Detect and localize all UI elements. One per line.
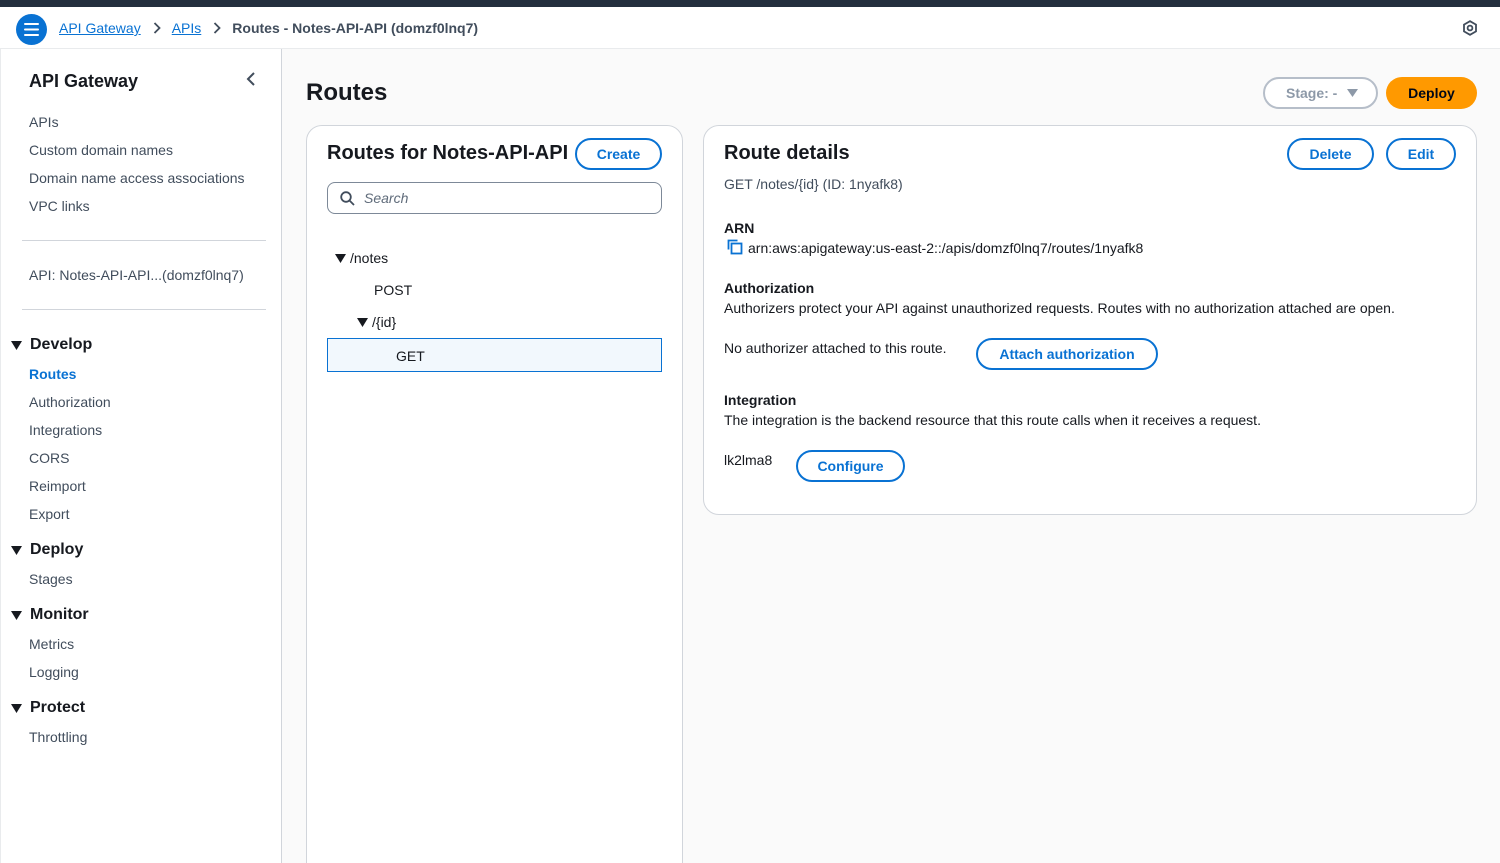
route-tree-node-notes[interactable]: /notes: [335, 250, 388, 266]
sidebar-item-metrics[interactable]: Metrics: [29, 636, 74, 652]
breadcrumb-current: Routes - Notes-API-API (domzf0lnq7): [232, 20, 479, 36]
breadcrumb-apis[interactable]: APIs: [172, 20, 202, 36]
routes-panel-title: Routes for Notes-API-API: [327, 142, 569, 164]
sidebar-item-logging[interactable]: Logging: [29, 664, 79, 680]
sidebar-item-stages[interactable]: Stages: [29, 571, 73, 587]
arn-value: arn:aws:apigateway:us-east-2::/apis/domz…: [748, 240, 1144, 256]
create-route-button[interactable]: Create: [575, 138, 662, 170]
integration-description: The integration is the backend resource …: [724, 412, 1261, 428]
side-navigation: API Gateway APIs Custom domain names Dom…: [0, 49, 282, 863]
integration-id: lk2lma8: [724, 452, 773, 468]
route-method-label: POST: [374, 282, 413, 298]
sidebar-divider: [22, 309, 266, 310]
stage-select[interactable]: Stage: -: [1263, 77, 1378, 109]
integration-label: Integration: [724, 392, 797, 408]
sidebar-divider: [22, 240, 266, 241]
chevron-right-icon: [153, 22, 161, 34]
authorization-label: Authorization: [724, 280, 815, 296]
search-icon: [340, 191, 355, 206]
sidebar-section-protect[interactable]: Protect: [11, 699, 85, 717]
configure-integration-button[interactable]: Configure: [796, 450, 905, 482]
sidebar-section-label: Protect: [30, 699, 86, 716]
route-tree-node-id[interactable]: /{id}: [357, 314, 396, 330]
route-method-get-selected[interactable]: GET: [327, 338, 662, 372]
sidebar-item-api-selector[interactable]: API: Notes-API-API...(domzf0lnq7): [29, 267, 244, 283]
breadcrumb: API Gateway APIs Routes - Notes-API-API …: [59, 20, 478, 36]
delete-button[interactable]: Delete: [1287, 138, 1374, 170]
caret-down-icon: [1347, 89, 1359, 97]
hamburger-menu-button[interactable]: [16, 14, 47, 45]
sidebar-title[interactable]: API Gateway: [29, 71, 138, 92]
breadcrumb-api-gateway[interactable]: API Gateway: [59, 20, 141, 36]
sidebar-section-develop[interactable]: Develop: [11, 336, 92, 354]
hamburger-menu-icon: [24, 23, 39, 36]
sidebar-item-apis[interactable]: APIs: [29, 114, 59, 130]
sidebar-section-monitor[interactable]: Monitor: [11, 606, 89, 624]
authorization-description: Authorizers protect your API against una…: [724, 300, 1395, 316]
edit-button[interactable]: Edit: [1386, 138, 1456, 170]
sidebar-section-label: Monitor: [30, 606, 89, 623]
sidebar-item-authorization[interactable]: Authorization: [29, 394, 111, 410]
attach-authorization-button[interactable]: Attach authorization: [976, 338, 1158, 370]
sidebar-item-export[interactable]: Export: [29, 506, 69, 522]
caret-down-icon: [11, 340, 22, 350]
settings-hexagon-icon[interactable]: [1462, 20, 1478, 41]
route-summary: GET /notes/{id} (ID: 1nyafk8): [724, 176, 903, 192]
sidebar-item-custom-domain-names[interactable]: Custom domain names: [29, 142, 173, 158]
sidebar-item-domain-name-access-associations[interactable]: Domain name access associations: [29, 170, 245, 186]
route-details-title: Route details: [724, 142, 850, 164]
route-details-panel: Route details Delete Edit GET /notes/{id…: [703, 125, 1477, 515]
route-method-label: GET: [396, 348, 425, 364]
sidebar-item-vpc-links[interactable]: VPC links: [29, 198, 90, 214]
sidebar-item-throttling[interactable]: Throttling: [29, 729, 87, 745]
chevron-left-icon: [246, 72, 255, 86]
caret-down-icon: [11, 610, 22, 620]
caret-down-icon: [357, 317, 368, 327]
caret-down-icon: [335, 253, 346, 263]
sidebar-item-integrations[interactable]: Integrations: [29, 422, 102, 438]
authorization-status: No authorizer attached to this route.: [724, 340, 947, 356]
stage-select-label: Stage: -: [1286, 85, 1338, 101]
sidebar-item-reimport[interactable]: Reimport: [29, 478, 86, 494]
caret-down-icon: [11, 545, 22, 555]
top-navigation-bar: API Gateway APIs Routes - Notes-API-API …: [0, 7, 1500, 49]
copy-icon[interactable]: [727, 239, 743, 260]
routes-panel: Routes for Notes-API-API Create /notes P…: [306, 125, 683, 863]
search-field: [327, 182, 662, 214]
page-title: Routes: [306, 79, 388, 106]
sidebar-section-deploy[interactable]: Deploy: [11, 541, 83, 559]
search-input[interactable]: [364, 187, 644, 209]
sidebar-section-label: Develop: [30, 336, 93, 353]
sidebar-item-cors[interactable]: CORS: [29, 450, 69, 466]
route-method-post[interactable]: POST: [374, 282, 412, 298]
top-strip: [0, 0, 1500, 7]
chevron-right-icon: [213, 22, 222, 34]
route-path-label: /{id}: [372, 314, 397, 330]
sidebar-section-label: Deploy: [30, 541, 84, 558]
sidebar-item-routes[interactable]: Routes: [29, 366, 76, 382]
collapse-sidebar-button[interactable]: [244, 71, 258, 92]
arn-label: ARN: [724, 220, 755, 236]
caret-down-icon: [11, 703, 22, 713]
route-path-label: /notes: [350, 250, 389, 266]
deploy-button[interactable]: Deploy: [1386, 77, 1477, 109]
